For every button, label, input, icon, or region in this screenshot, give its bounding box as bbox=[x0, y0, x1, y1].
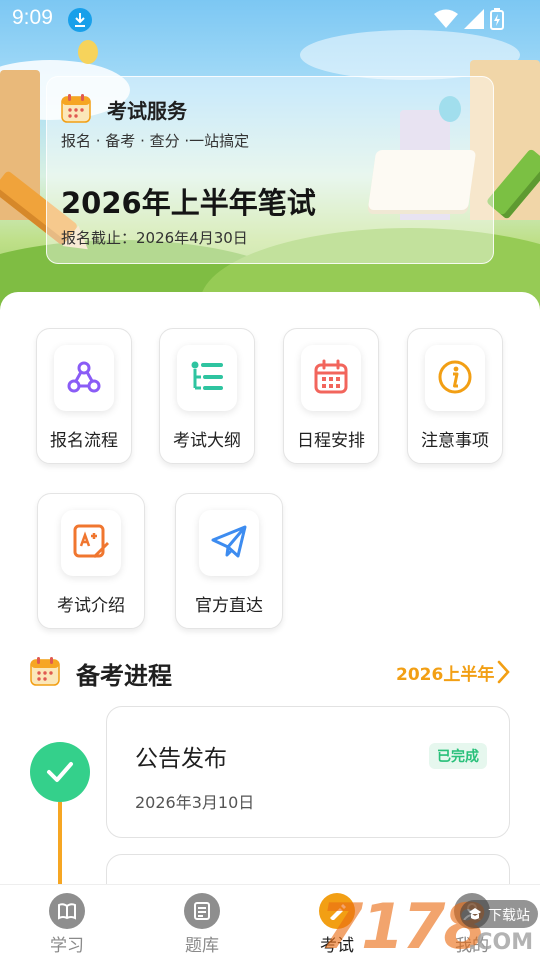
balloon-decoration bbox=[78, 40, 98, 64]
calendar-icon bbox=[314, 359, 348, 394]
tile-label: 考试大纲 bbox=[173, 431, 241, 451]
nav-profile[interactable]: 我的 bbox=[422, 893, 522, 957]
outline-list-icon bbox=[191, 361, 223, 390]
step-title: 公告发布 bbox=[135, 746, 227, 772]
service-title: 考试服务 bbox=[107, 99, 187, 123]
nav-question-bank[interactable]: 题库 bbox=[152, 893, 252, 957]
nav-exam[interactable]: 考试 bbox=[287, 893, 387, 957]
timeline-check-icon bbox=[30, 742, 90, 802]
step-date: 2026年3月10日 bbox=[135, 793, 255, 812]
nav-label: 考试 bbox=[320, 936, 354, 956]
profile-icon bbox=[454, 893, 490, 929]
tile-registration-process[interactable]: 报名流程 bbox=[36, 328, 132, 464]
book-icon bbox=[49, 893, 85, 929]
progress-section-title: 备考进程 bbox=[76, 662, 172, 690]
period-selector[interactable]: 2026上半年 bbox=[396, 660, 494, 685]
exam-service-card[interactable]: 考试服务 报名 · 备考 · 查分 ·一站搞定 2026年上半年笔试 报名截止：… bbox=[46, 76, 494, 264]
progress-step-card[interactable]: 公告发布 已完成 2026年3月10日 bbox=[106, 706, 510, 838]
battery-icon bbox=[490, 8, 504, 30]
flow-icon bbox=[67, 361, 101, 393]
tile-exam-intro[interactable]: 考试介绍 bbox=[37, 493, 145, 629]
tile-label: 报名流程 bbox=[50, 431, 118, 451]
tile-schedule[interactable]: 日程安排 bbox=[283, 328, 379, 464]
exam-intro-icon bbox=[73, 524, 109, 558]
nav-study[interactable]: 学习 bbox=[17, 893, 117, 957]
registration-deadline: 报名截止：2026年4月30日 bbox=[61, 229, 248, 247]
status-badge: 已完成 bbox=[429, 743, 487, 769]
tile-label: 考试介绍 bbox=[57, 596, 125, 616]
chevron-right-icon[interactable] bbox=[496, 660, 510, 684]
calendar-icon bbox=[61, 94, 91, 123]
bottom-nav: 学习 题库 考试 我的 bbox=[0, 884, 540, 960]
download-notification-icon bbox=[68, 8, 92, 32]
tile-label: 注意事项 bbox=[421, 431, 489, 451]
tile-exam-outline[interactable]: 考试大纲 bbox=[159, 328, 255, 464]
signal-icon bbox=[464, 9, 484, 29]
status-bar: 9:09 bbox=[0, 0, 540, 38]
tile-label: 日程安排 bbox=[297, 431, 365, 451]
question-bank-icon bbox=[184, 893, 220, 929]
nav-label: 学习 bbox=[50, 936, 84, 956]
nav-label: 我的 bbox=[455, 936, 489, 956]
nav-label: 题库 bbox=[185, 936, 219, 956]
calendar-icon bbox=[30, 657, 60, 686]
info-icon bbox=[438, 360, 472, 394]
timeline-line bbox=[58, 802, 62, 892]
service-subtitle: 报名 · 备考 · 查分 ·一站搞定 bbox=[61, 132, 250, 150]
exam-icon bbox=[319, 893, 355, 929]
status-time: 9:09 bbox=[12, 6, 53, 29]
tile-notes[interactable]: 注意事项 bbox=[407, 328, 503, 464]
wifi-icon bbox=[434, 9, 458, 28]
paper-plane-icon bbox=[211, 525, 247, 558]
exam-title: 2026年上半年笔试 bbox=[61, 186, 316, 220]
tile-official-link[interactable]: 官方直达 bbox=[175, 493, 283, 629]
tile-label: 官方直达 bbox=[195, 596, 263, 616]
